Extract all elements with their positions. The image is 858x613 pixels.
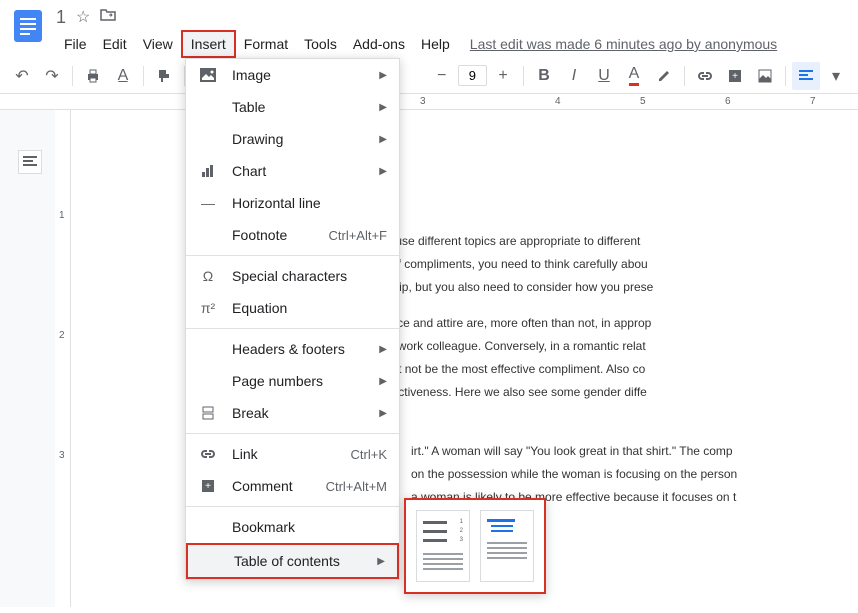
comment-icon: + xyxy=(198,476,218,496)
menu-file[interactable]: File xyxy=(56,32,95,56)
text-color-button[interactable]: A xyxy=(620,62,648,90)
insert-comment-button[interactable]: + xyxy=(721,62,749,90)
align-dropdown[interactable]: ▾ xyxy=(822,62,850,90)
redo-button[interactable]: ↷ xyxy=(38,62,66,90)
font-size-increase[interactable]: + xyxy=(489,62,517,90)
menu-tools[interactable]: Tools xyxy=(296,32,345,56)
menubar: File Edit View Insert Format Tools Add-o… xyxy=(56,30,850,58)
toc-submenu: 1 2 3 xyxy=(404,498,546,594)
document-title[interactable]: 1 xyxy=(56,7,66,28)
submenu-arrow-icon: ▶ xyxy=(379,376,387,387)
submenu-arrow-icon: ▶ xyxy=(377,556,385,567)
insert-comment-item[interactable]: + Comment Ctrl+Alt+M xyxy=(186,470,399,502)
outline-toggle-button[interactable] xyxy=(18,150,42,174)
align-left-button[interactable] xyxy=(792,62,820,90)
insert-menu-dropdown: Image ▶ Table ▶ Drawing ▶ Chart ▶ — Hori… xyxy=(185,58,400,580)
horizontal-line-icon: — xyxy=(198,193,218,213)
insert-break-item[interactable]: Break ▶ xyxy=(186,397,399,429)
body-text: irt." A woman will say "You look great i… xyxy=(411,444,733,458)
pi-icon: π² xyxy=(198,298,218,318)
insert-footnote-item[interactable]: Footnote Ctrl+Alt+F xyxy=(186,219,399,251)
insert-image-button[interactable] xyxy=(751,62,779,90)
insert-image-item[interactable]: Image ▶ xyxy=(186,59,399,91)
svg-text:+: + xyxy=(732,71,738,82)
undo-button[interactable]: ↶ xyxy=(8,62,36,90)
vertical-ruler[interactable]: 1 2 3 xyxy=(55,110,71,607)
italic-button[interactable]: I xyxy=(560,62,588,90)
omega-icon: Ω xyxy=(198,266,218,286)
insert-equation-item[interactable]: π² Equation xyxy=(186,292,399,324)
font-size-decrease[interactable]: − xyxy=(428,62,456,90)
menu-view[interactable]: View xyxy=(135,32,181,56)
insert-headers-footers-item[interactable]: Headers & footers ▶ xyxy=(186,333,399,365)
insert-bookmark-item[interactable]: Bookmark xyxy=(186,511,399,543)
star-icon[interactable]: ☆ xyxy=(76,7,90,27)
image-icon xyxy=(198,65,218,85)
insert-link-item[interactable]: Link Ctrl+K xyxy=(186,438,399,470)
submenu-arrow-icon: ▶ xyxy=(379,102,387,113)
submenu-arrow-icon: ▶ xyxy=(379,166,387,177)
menu-addons[interactable]: Add-ons xyxy=(345,32,413,56)
font-size-input[interactable]: 9 xyxy=(458,65,487,86)
insert-special-chars-item[interactable]: Ω Special characters xyxy=(186,260,399,292)
chart-icon xyxy=(198,161,218,181)
underline-button[interactable]: U xyxy=(590,62,618,90)
highlight-button[interactable] xyxy=(650,62,678,90)
menu-format[interactable]: Format xyxy=(236,32,296,56)
toc-with-numbers-option[interactable]: 1 2 3 xyxy=(416,510,470,582)
body-text: on the possession while the woman is foc… xyxy=(411,467,737,481)
insert-drawing-item[interactable]: Drawing ▶ xyxy=(186,123,399,155)
paint-format-button[interactable] xyxy=(150,62,178,90)
horizontal-ruler[interactable]: 3 4 5 6 7 xyxy=(0,94,858,110)
toolbar: ↶ ↷ A̲ − 9 + B I U A + ▾ xyxy=(0,58,858,94)
svg-text:+: + xyxy=(205,481,211,492)
last-edit-link[interactable]: Last edit was made 6 minutes ago by anon… xyxy=(470,36,777,52)
submenu-arrow-icon: ▶ xyxy=(379,344,387,355)
menu-insert[interactable]: Insert xyxy=(181,30,236,58)
break-icon xyxy=(198,403,218,423)
insert-table-item[interactable]: Table ▶ xyxy=(186,91,399,123)
bold-button[interactable]: B xyxy=(530,62,558,90)
insert-chart-item[interactable]: Chart ▶ xyxy=(186,155,399,187)
print-button[interactable] xyxy=(79,62,107,90)
insert-page-numbers-item[interactable]: Page numbers ▶ xyxy=(186,365,399,397)
menu-help[interactable]: Help xyxy=(413,32,458,56)
insert-link-button[interactable] xyxy=(691,62,719,90)
insert-hr-item[interactable]: — Horizontal line xyxy=(186,187,399,219)
menu-edit[interactable]: Edit xyxy=(95,32,135,56)
submenu-arrow-icon: ▶ xyxy=(379,134,387,145)
spellcheck-button[interactable]: A̲ xyxy=(109,62,137,90)
submenu-arrow-icon: ▶ xyxy=(379,408,387,419)
insert-toc-item[interactable]: Table of contents ▶ xyxy=(186,543,399,579)
submenu-arrow-icon: ▶ xyxy=(379,70,387,81)
link-icon xyxy=(198,444,218,464)
move-folder-icon[interactable] xyxy=(100,8,116,27)
docs-logo-icon[interactable] xyxy=(8,6,48,46)
toc-with-links-option[interactable] xyxy=(480,510,534,582)
